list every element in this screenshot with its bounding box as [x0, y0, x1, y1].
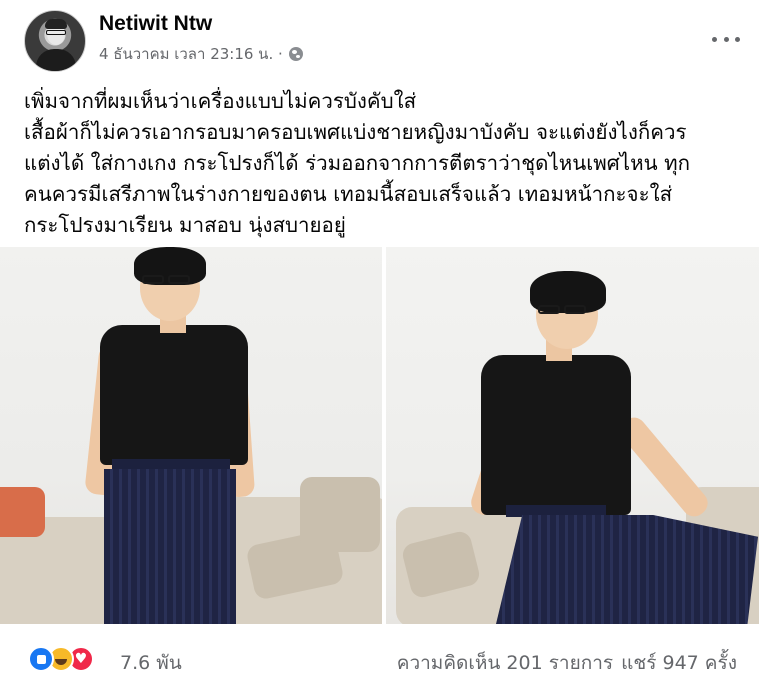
navy-skirt: [496, 515, 758, 624]
comments-count[interactable]: ความคิดเห็น 201 รายการ: [397, 648, 613, 678]
globe-icon[interactable]: [288, 47, 303, 61]
author-avatar[interactable]: [24, 10, 86, 72]
photo-standing[interactable]: [0, 247, 382, 624]
post-text-line: เสื้อผ้าก็ไม่ควรเอากรอบมาครอบเพศแบ่งชายห…: [24, 120, 687, 144]
post-stats: ความคิดเห็น 201 รายการ แชร์ 947 ครั้ง: [397, 648, 737, 678]
navy-skirt: [104, 469, 236, 624]
post-footer: 7.6 พัน ความคิดเห็น 201 รายการ แชร์ 947 …: [0, 624, 759, 688]
post-header: Netiwit Ntw 4 ธันวาคม เวลา 23:16 น. ·: [24, 10, 744, 72]
avatar-glasses: [46, 30, 66, 35]
reaction-count[interactable]: 7.6 พัน: [120, 648, 182, 678]
photo-holding-skirt[interactable]: [386, 247, 759, 624]
post-meta: 4 ธันวาคม เวลา 23:16 น. ·: [99, 42, 303, 66]
glasses: [142, 275, 164, 284]
shares-count[interactable]: แชร์ 947 ครั้ง: [621, 648, 737, 678]
post-text-line: กระโปรงมาเรียน มาสอบ นุ่งสบายอยู่: [24, 213, 346, 237]
dot-icon: [723, 36, 729, 42]
more-options-button[interactable]: [712, 32, 740, 46]
photo-grid: [0, 247, 759, 624]
black-tshirt: [100, 325, 248, 465]
avatar-shirt: [36, 49, 76, 71]
post-body-text: เพิ่มจากที่ผมเห็นว่าเครื่องแบบไม่ควรบังค…: [24, 86, 744, 241]
glasses: [564, 305, 586, 314]
reaction-icons[interactable]: [28, 646, 94, 672]
black-tshirt: [481, 355, 631, 515]
avatar-hair: [45, 19, 67, 29]
glasses: [538, 305, 560, 314]
post-timestamp[interactable]: 4 ธันวาคม เวลา 23:16 น. ·: [99, 42, 283, 66]
post-text-line: แต่งได้ ใส่กางเกง กระโปรงก็ได้ ร่วมออกจา…: [24, 151, 691, 175]
cushion: [300, 477, 380, 552]
glasses: [168, 275, 190, 284]
dot-icon: [712, 36, 717, 42]
orange-pillow: [0, 487, 45, 537]
author-name[interactable]: Netiwit Ntw: [99, 12, 212, 36]
like-icon: [28, 646, 54, 672]
dot-icon: [735, 36, 740, 42]
post-text-line: คนควรมีเสรีภาพในร่างกายของตน เทอมนี้สอบเ…: [24, 182, 673, 206]
post-text-line: เพิ่มจากที่ผมเห็นว่าเครื่องแบบไม่ควรบังค…: [24, 89, 417, 113]
